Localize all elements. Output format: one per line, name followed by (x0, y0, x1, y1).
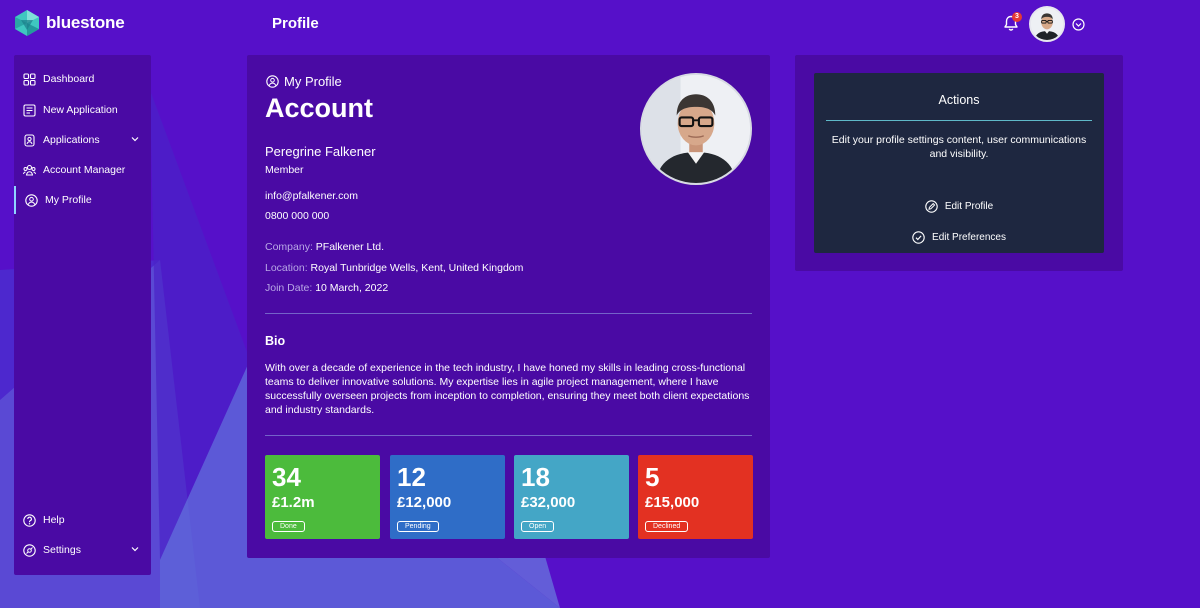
stat-count: 18 (521, 462, 550, 492)
divider (265, 435, 752, 436)
stat-amount: £15,000 (645, 494, 700, 511)
dashboard-icon (23, 72, 36, 86)
account-manager-icon (23, 164, 36, 177)
edit-preferences-label: Edit Preferences (932, 232, 1006, 243)
actions-title: Actions (938, 93, 980, 107)
location-value: Royal Tunbridge Wells, Kent, United King… (310, 262, 524, 274)
stat-amount: £1.2m (272, 494, 315, 511)
divider (265, 313, 752, 314)
profile-join-date: Join Date: 10 March, 2022 (265, 282, 388, 294)
sidebar-item-account-manager[interactable]: Account Manager (14, 156, 151, 184)
notification-badge: 3 (1012, 12, 1022, 22)
stat-amount: £32,000 (521, 494, 576, 511)
settings-icon (23, 543, 36, 557)
profile-email: info@pfalkener.com (265, 190, 358, 202)
profile-role: Member (265, 164, 304, 176)
bio-heading: Bio (265, 334, 286, 348)
check-circle-icon (912, 231, 925, 244)
actions-box: Actions Edit your profile settings conte… (814, 73, 1104, 253)
user-portrait-icon (1031, 8, 1063, 40)
profile-card: My Profile Account Peregrine Falkener Me… (247, 55, 770, 558)
sidebar-item-dashboard[interactable]: Dashboard (14, 65, 151, 93)
edit-profile-icon (925, 200, 938, 213)
stat-card-open[interactable]: 18 £32,000 Open (514, 455, 629, 539)
brand-logo[interactable]: bluestone (14, 9, 125, 37)
bio-text: With over a decade of experience in the … (265, 362, 750, 416)
sidebar-item-new-application[interactable]: New Application (14, 96, 151, 124)
stat-count: 34 (272, 462, 301, 492)
sidebar: Dashboard New Application Applications A… (14, 55, 151, 575)
status-badge: Done (272, 521, 305, 532)
divider (826, 120, 1092, 121)
sidebar-item-label: Dashboard (43, 73, 95, 85)
sidebar-item-applications[interactable]: Applications (14, 126, 151, 154)
notifications-button[interactable]: 3 (1003, 12, 1022, 33)
status-badge: Declined (645, 521, 689, 532)
stat-card-done[interactable]: 34 £1.2m Done (265, 455, 380, 539)
stat-amount: £12,000 (397, 494, 452, 511)
status-badge: Open (521, 521, 555, 532)
stat-count: 12 (397, 462, 426, 492)
sidebar-item-label: Settings (43, 544, 81, 556)
edit-preferences-button[interactable]: Edit Preferences (814, 231, 1104, 244)
sidebar-item-label: Account Manager (43, 164, 126, 176)
company-label: Company: (265, 241, 313, 253)
sidebar-item-label: Applications (43, 134, 100, 146)
profile-photo (640, 73, 752, 185)
profile-phone: 0800 000 000 (265, 210, 330, 222)
edit-profile-button[interactable]: Edit Profile (814, 200, 1104, 213)
chevron-down-icon (131, 545, 139, 553)
section-label-text: My Profile (284, 74, 342, 89)
sidebar-item-label: New Application (43, 104, 118, 116)
join-date-value: 10 March, 2022 (315, 282, 389, 294)
sidebar-item-label: Help (43, 514, 65, 526)
profile-location: Location: Royal Tunbridge Wells, Kent, U… (265, 262, 523, 274)
profile-title: Account (265, 93, 373, 123)
bluestone-logo-icon (15, 10, 39, 36)
page-title: Profile (272, 15, 319, 32)
status-badge: Pending (397, 521, 439, 532)
sidebar-item-help[interactable]: Help (14, 506, 151, 534)
user-portrait-icon (642, 75, 750, 183)
new-application-icon (23, 103, 36, 117)
profile-name: Peregrine Falkener (265, 144, 376, 159)
actions-description: Edit your profile settings content, user… (831, 134, 1087, 160)
applications-icon (23, 133, 36, 147)
chevron-down-icon (131, 135, 139, 143)
edit-profile-label: Edit Profile (944, 201, 994, 212)
sidebar-item-settings[interactable]: Settings (14, 536, 151, 564)
chevron-down-circle-icon (1072, 18, 1085, 31)
user-circle-icon (266, 75, 279, 88)
help-icon (23, 513, 36, 527)
company-value: PFalkener Ltd. (315, 241, 385, 253)
profile-company: Company: PFalkener Ltd. (265, 241, 384, 253)
account-menu-toggle[interactable] (1072, 18, 1085, 31)
actions-panel: Actions Edit your profile settings conte… (795, 55, 1123, 271)
stat-card-pending[interactable]: 12 £12,000 Pending (390, 455, 505, 539)
stat-card-declined[interactable]: 5 £15,000 Declined (638, 455, 753, 539)
top-bar: bluestone Profile 3 (0, 0, 1200, 48)
brand-name: bluestone (46, 13, 125, 32)
stat-count: 5 (645, 462, 660, 492)
user-avatar[interactable] (1029, 6, 1065, 42)
sidebar-item-label: My Profile (45, 194, 92, 206)
sidebar-item-my-profile[interactable]: My Profile (14, 186, 151, 214)
location-label: Location: (265, 262, 308, 274)
join-date-label: Join Date: (265, 282, 313, 294)
section-label: My Profile (266, 74, 342, 89)
user-circle-icon (25, 193, 38, 207)
